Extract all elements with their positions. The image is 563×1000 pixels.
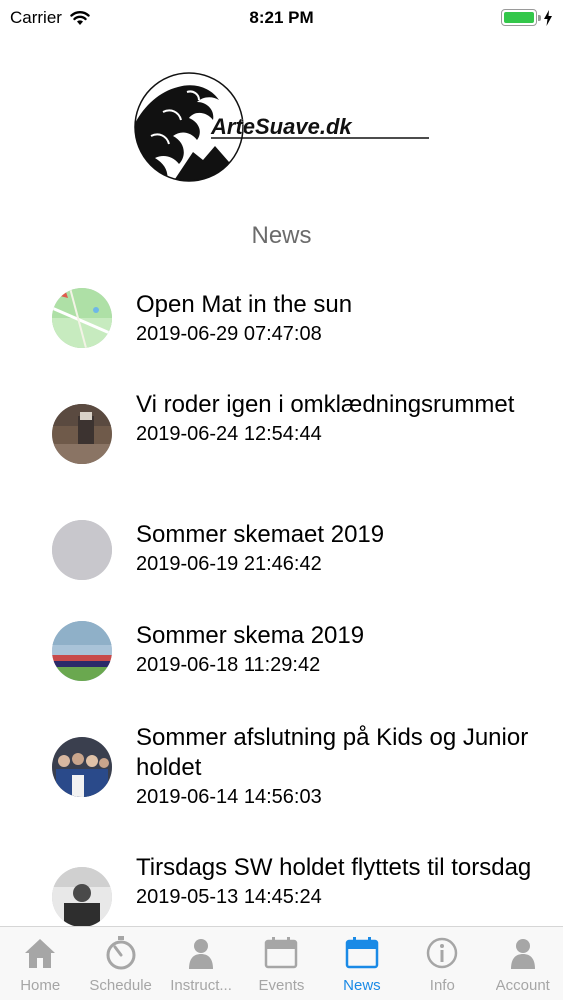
status-bar: Carrier 8:21 PM — [0, 0, 563, 40]
tab-label: Schedule — [89, 977, 152, 994]
placeholder-thumbnail-image — [52, 520, 112, 580]
battery-indicator — [501, 9, 553, 26]
news-thumbnail — [52, 737, 112, 797]
logo-text: ArteSuave.dk — [210, 114, 353, 139]
news-thumbnail — [52, 404, 112, 464]
room-thumbnail-image — [52, 404, 112, 464]
news-item[interactable]: Sommer skema 2019 2019-06-18 11:29:42 — [0, 621, 563, 685]
tab-news[interactable]: News — [322, 927, 402, 1000]
news-thumbnail — [52, 867, 112, 926]
news-item[interactable]: Tirsdags SW holdet flyttets til torsdag … — [0, 853, 563, 926]
stopwatch-icon — [106, 936, 136, 970]
group-thumbnail-image — [52, 737, 112, 797]
news-title: Tirsdags SW holdet flyttets til torsdag — [136, 854, 532, 881]
tab-label: Instruct... — [170, 977, 232, 994]
person-icon — [510, 939, 535, 969]
news-title: Open Mat in the sun — [136, 291, 353, 318]
artesuave-logo: ArteSuave.dk — [133, 72, 433, 182]
news-thumbnail — [52, 520, 112, 580]
battery-icon — [501, 9, 541, 26]
battery-fill — [504, 12, 534, 23]
page-title: News — [251, 222, 312, 249]
news-title: Vi roder igen i omklædningsrummet — [136, 391, 515, 418]
news-item[interactable]: Sommer afslutning på Kids og Junior hold… — [0, 723, 563, 813]
clock: 8:21 PM — [249, 8, 314, 27]
calendar-icon — [345, 937, 379, 969]
news-thumbnail — [52, 621, 112, 681]
news-list: Open Mat in the sun 2019-06-29 07:47:08 … — [0, 270, 563, 926]
news-date: 2019-06-24 12:54:44 — [136, 423, 322, 445]
tab-label: News — [343, 977, 381, 994]
news-item[interactable]: Vi roder igen i omklædningsrummet 2019-0… — [0, 390, 563, 480]
person-thumbnail-image — [52, 867, 112, 926]
tab-home[interactable]: Home — [0, 927, 80, 1000]
news-title: Sommer afslutning på Kids og Junior hold… — [136, 724, 529, 781]
news-title: Sommer skemaet 2019 — [136, 521, 385, 548]
news-date: 2019-05-13 14:45:24 — [136, 886, 322, 908]
charging-bolt-icon — [544, 9, 552, 26]
news-thumbnail — [52, 288, 112, 348]
tab-label: Home — [20, 977, 61, 994]
news-title: Sommer skema 2019 — [136, 622, 365, 649]
tab-schedule[interactable]: Schedule — [80, 927, 160, 1000]
map-thumbnail-image — [52, 288, 112, 348]
field-thumbnail-image — [52, 621, 112, 681]
tab-label: Events — [258, 977, 305, 994]
tab-bar: Home Schedule Instruct... Events News In… — [0, 926, 563, 1000]
news-date: 2019-06-18 11:29:42 — [136, 654, 321, 676]
tab-events[interactable]: Events — [241, 927, 321, 1000]
news-item[interactable]: Sommer skemaet 2019 2019-06-19 21:46:42 — [0, 520, 563, 584]
news-date: 2019-06-19 21:46:42 — [136, 553, 322, 575]
info-icon — [427, 937, 458, 969]
home-icon — [25, 939, 56, 968]
news-date: 2019-06-29 07:47:08 — [136, 323, 322, 345]
tab-info[interactable]: Info — [402, 927, 482, 1000]
tab-account[interactable]: Account — [483, 927, 563, 1000]
person-icon — [189, 939, 214, 969]
news-date: 2019-06-14 14:56:03 — [136, 786, 322, 808]
news-item[interactable]: Open Mat in the sun 2019-06-29 07:47:08 — [0, 288, 563, 368]
calendar-icon — [265, 937, 298, 969]
tab-instructors[interactable]: Instruct... — [161, 927, 241, 1000]
tab-label: Account — [495, 977, 550, 994]
tab-label: Info — [429, 977, 455, 994]
